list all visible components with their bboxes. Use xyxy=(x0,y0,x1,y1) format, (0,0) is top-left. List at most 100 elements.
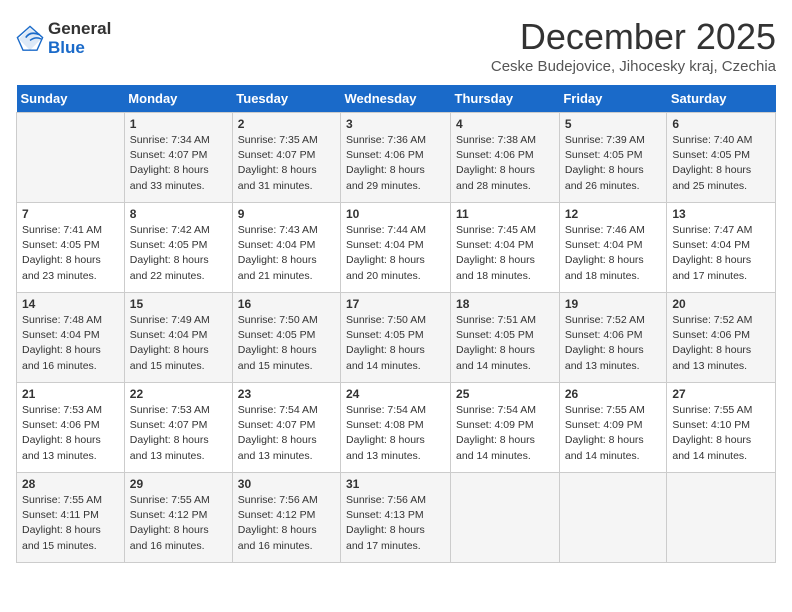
sunrise-text: Sunrise: 7:56 AM xyxy=(346,493,445,508)
sunset-text: Sunset: 4:05 PM xyxy=(238,328,335,343)
day-number: 8 xyxy=(130,207,227,221)
weekday-header-friday: Friday xyxy=(559,85,667,113)
title-section: December 2025 Ceske Budejovice, Jihocesk… xyxy=(491,16,776,75)
sunrise-text: Sunrise: 7:53 AM xyxy=(130,403,227,418)
sunset-text: Sunset: 4:05 PM xyxy=(346,328,445,343)
daylight-text: Daylight: 8 hours and 28 minutes. xyxy=(456,163,554,193)
daylight-text: Daylight: 8 hours and 15 minutes. xyxy=(22,523,119,553)
day-info: Sunrise: 7:44 AMSunset: 4:04 PMDaylight:… xyxy=(346,223,445,284)
calendar-cell: 21Sunrise: 7:53 AMSunset: 4:06 PMDayligh… xyxy=(17,383,125,473)
day-info: Sunrise: 7:48 AMSunset: 4:04 PMDaylight:… xyxy=(22,313,119,374)
calendar-cell: 16Sunrise: 7:50 AMSunset: 4:05 PMDayligh… xyxy=(232,293,340,383)
sunset-text: Sunset: 4:07 PM xyxy=(130,418,227,433)
daylight-text: Daylight: 8 hours and 21 minutes. xyxy=(238,253,335,283)
calendar-cell: 25Sunrise: 7:54 AMSunset: 4:09 PMDayligh… xyxy=(451,383,560,473)
sunrise-text: Sunrise: 7:52 AM xyxy=(565,313,662,328)
daylight-text: Daylight: 8 hours and 13 minutes. xyxy=(238,433,335,463)
calendar-week-4: 21Sunrise: 7:53 AMSunset: 4:06 PMDayligh… xyxy=(17,383,776,473)
calendar-cell: 15 Sunrise: 7:49 AMSunset: 4:04 PMDayligh… xyxy=(124,293,232,383)
sunset-text: Sunset: 4:04 PM xyxy=(130,328,227,343)
logo-blue-text: Blue xyxy=(48,39,111,58)
day-info: Sunrise: 7:55 AMSunset: 4:09 PMDaylight:… xyxy=(565,403,662,464)
header: General Blue December 2025 Ceske Budejov… xyxy=(16,16,776,75)
day-number: 9 xyxy=(238,207,335,221)
daylight-text: Daylight: 8 hours and 14 minutes. xyxy=(456,433,554,463)
day-info: Sunrise: 7:54 AMSunset: 4:07 PMDaylight:… xyxy=(238,403,335,464)
calendar-cell xyxy=(17,113,125,203)
weekday-header-row: SundayMondayTuesdayWednesdayThursdayFrid… xyxy=(17,85,776,113)
sunrise-text: Sunrise: 7:43 AM xyxy=(238,223,335,238)
day-info: Sunrise: 7:53 AMSunset: 4:07 PMDaylight:… xyxy=(130,403,227,464)
daylight-text: Daylight: 8 hours and 15 minutes. xyxy=(238,343,335,373)
sunset-text: Sunset: 4:04 PM xyxy=(346,238,445,253)
day-info: Sunrise: 7:55 AMSunset: 4:12 PMDaylight:… xyxy=(130,493,227,554)
daylight-text: Daylight: 8 hours and 18 minutes. xyxy=(565,253,662,283)
day-number: 29 xyxy=(130,477,227,491)
calendar-cell: 9 Sunrise: 7:43 AMSunset: 4:04 PMDaylight… xyxy=(232,203,340,293)
calendar-cell xyxy=(451,473,560,563)
day-info: Sunrise: 7:52 AMSunset: 4:06 PMDaylight:… xyxy=(565,313,662,374)
sunset-text: Sunset: 4:06 PM xyxy=(672,328,770,343)
day-number: 15 xyxy=(130,297,227,311)
day-info: Sunrise: 7:53 AMSunset: 4:06 PMDaylight:… xyxy=(22,403,119,464)
day-info: Sunrise: 7:34 AMSunset: 4:07 PMDaylight:… xyxy=(130,133,227,194)
logo: General Blue xyxy=(16,20,111,57)
sunset-text: Sunset: 4:04 PM xyxy=(238,238,335,253)
day-info: Sunrise: 7:46 AMSunset: 4:04 PMDaylight:… xyxy=(565,223,662,284)
calendar-cell: 4Sunrise: 7:38 AMSunset: 4:06 PMDaylight… xyxy=(451,113,560,203)
sunset-text: Sunset: 4:04 PM xyxy=(565,238,662,253)
sunset-text: Sunset: 4:07 PM xyxy=(238,418,335,433)
calendar-cell: 26Sunrise: 7:55 AMSunset: 4:09 PMDayligh… xyxy=(559,383,667,473)
sunset-text: Sunset: 4:11 PM xyxy=(22,508,119,523)
sunset-text: Sunset: 4:07 PM xyxy=(130,148,227,163)
weekday-header-thursday: Thursday xyxy=(451,85,560,113)
day-number: 31 xyxy=(346,477,445,491)
sunset-text: Sunset: 4:13 PM xyxy=(346,508,445,523)
sunrise-text: Sunrise: 7:46 AM xyxy=(565,223,662,238)
sunrise-text: Sunrise: 7:55 AM xyxy=(22,493,119,508)
day-number: 18 xyxy=(456,297,554,311)
daylight-text: Daylight: 8 hours and 17 minutes. xyxy=(346,523,445,553)
calendar-cell: 18Sunrise: 7:51 AMSunset: 4:05 PMDayligh… xyxy=(451,293,560,383)
day-number: 24 xyxy=(346,387,445,401)
sunrise-text: Sunrise: 7:55 AM xyxy=(565,403,662,418)
calendar-week-2: 7 Sunrise: 7:41 AMSunset: 4:05 PMDaylight… xyxy=(17,203,776,293)
calendar-week-3: 14 Sunrise: 7:48 AMSunset: 4:04 PMDayligh… xyxy=(17,293,776,383)
daylight-text: Daylight: 8 hours and 15 minutes. xyxy=(130,343,227,373)
weekday-header-wednesday: Wednesday xyxy=(341,85,451,113)
sunset-text: Sunset: 4:06 PM xyxy=(22,418,119,433)
sunrise-text: Sunrise: 7:55 AM xyxy=(672,403,770,418)
sunrise-text: Sunrise: 7:54 AM xyxy=(346,403,445,418)
daylight-text: Daylight: 8 hours and 14 minutes. xyxy=(565,433,662,463)
weekday-header-tuesday: Tuesday xyxy=(232,85,340,113)
sunrise-text: Sunrise: 7:36 AM xyxy=(346,133,445,148)
day-number: 7 xyxy=(22,207,119,221)
sunrise-text: Sunrise: 7:50 AM xyxy=(346,313,445,328)
calendar-cell: 11Sunrise: 7:45 AMSunset: 4:04 PMDayligh… xyxy=(451,203,560,293)
day-number: 17 xyxy=(346,297,445,311)
sunrise-text: Sunrise: 7:42 AM xyxy=(130,223,227,238)
day-number: 3 xyxy=(346,117,445,131)
day-info: Sunrise: 7:35 AMSunset: 4:07 PMDaylight:… xyxy=(238,133,335,194)
sunrise-text: Sunrise: 7:45 AM xyxy=(456,223,554,238)
day-number: 11 xyxy=(456,207,554,221)
sunset-text: Sunset: 4:12 PM xyxy=(130,508,227,523)
day-info: Sunrise: 7:39 AMSunset: 4:05 PMDaylight:… xyxy=(565,133,662,194)
daylight-text: Daylight: 8 hours and 20 minutes. xyxy=(346,253,445,283)
day-info: Sunrise: 7:49 AMSunset: 4:04 PMDaylight:… xyxy=(130,313,227,374)
day-info: Sunrise: 7:54 AMSunset: 4:08 PMDaylight:… xyxy=(346,403,445,464)
calendar-week-5: 28Sunrise: 7:55 AMSunset: 4:11 PMDayligh… xyxy=(17,473,776,563)
day-info: Sunrise: 7:36 AMSunset: 4:06 PMDaylight:… xyxy=(346,133,445,194)
weekday-header-sunday: Sunday xyxy=(17,85,125,113)
calendar-cell: 31 Sunrise: 7:56 AMSunset: 4:13 PMDayligh… xyxy=(341,473,451,563)
calendar-cell: 24 Sunrise: 7:54 AMSunset: 4:08 PMDayligh… xyxy=(341,383,451,473)
sunrise-text: Sunrise: 7:50 AM xyxy=(238,313,335,328)
day-number: 14 xyxy=(22,297,119,311)
daylight-text: Daylight: 8 hours and 14 minutes. xyxy=(672,433,770,463)
day-info: Sunrise: 7:56 AMSunset: 4:12 PMDaylight:… xyxy=(238,493,335,554)
sunrise-text: Sunrise: 7:38 AM xyxy=(456,133,554,148)
day-info: Sunrise: 7:38 AMSunset: 4:06 PMDaylight:… xyxy=(456,133,554,194)
day-info: Sunrise: 7:41 AMSunset: 4:05 PMDaylight:… xyxy=(22,223,119,284)
calendar-cell: 7 Sunrise: 7:41 AMSunset: 4:05 PMDaylight… xyxy=(17,203,125,293)
day-number: 12 xyxy=(565,207,662,221)
